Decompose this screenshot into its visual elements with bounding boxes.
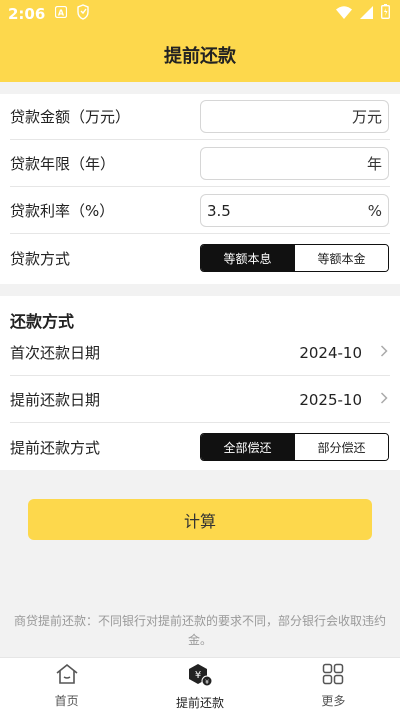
first-date-value: 2024-10 <box>299 343 362 362</box>
chevron-right-icon <box>380 344 388 361</box>
svg-text:¥: ¥ <box>205 679 209 686</box>
tab-prepay-label: 提前还款 <box>175 696 224 710</box>
rate-input[interactable]: 3.5 % <box>200 194 389 227</box>
status-bar: 2:06 A <box>0 0 400 27</box>
battery-icon <box>381 4 390 23</box>
prepay-method-row: 提前还款方式 全部偿还 部分偿还 <box>10 424 390 470</box>
wifi-icon <box>336 5 352 23</box>
page-title: 提前还款 <box>164 46 236 67</box>
prepay-date-row[interactable]: 提前还款日期 2025-10 <box>10 377 390 423</box>
tab-home-label: 首页 <box>54 694 79 708</box>
years-unit: 年 <box>366 155 382 173</box>
signal-icon <box>360 5 373 23</box>
yuan-hexagon-icon: ¥ ¥ <box>187 663 213 691</box>
app-header: 2:06 A 提前还款 <box>0 0 400 82</box>
amount-label: 贷款金额（万元） <box>10 108 131 126</box>
option-equal-installment[interactable]: 等额本息 <box>201 245 294 271</box>
rate-row: 贷款利率（%） 3.5 % <box>10 188 390 234</box>
tab-home[interactable]: 首页 <box>0 658 133 711</box>
option-full-repay[interactable]: 全部偿还 <box>201 434 294 460</box>
amount-input[interactable]: 万元 <box>200 100 389 133</box>
option-partial-repay[interactable]: 部分偿还 <box>294 434 388 460</box>
prepay-date-value: 2025-10 <box>299 390 362 409</box>
tab-prepay[interactable]: ¥ ¥ 提前还款 <box>133 658 266 711</box>
notification-app-icon <box>75 3 91 24</box>
calculate-button[interactable]: 计算 <box>28 499 372 540</box>
prepay-note: 商贷提前还款：不同银行对提前还款的要求不同，部分银行会收取违约金。 <box>13 614 386 647</box>
prepay-method-toggle: 全部偿还 部分偿还 <box>200 433 389 461</box>
rate-unit: % <box>367 201 382 220</box>
svg-text:A: A <box>58 8 65 17</box>
amount-unit: 万元 <box>351 108 382 126</box>
loan-method-toggle: 等额本息 等额本金 <box>200 244 389 272</box>
first-date-label: 首次还款日期 <box>10 344 101 362</box>
years-input[interactable]: 年 <box>200 147 389 180</box>
home-icon <box>55 663 79 689</box>
rate-label: 贷款利率（%） <box>10 202 115 220</box>
prepay-method-label: 提前还款方式 <box>10 438 101 457</box>
option-equal-principal[interactable]: 等额本金 <box>294 245 388 271</box>
repay-section-title: 还款方式 <box>10 312 75 331</box>
first-date-row[interactable]: 首次还款日期 2024-10 <box>10 330 390 376</box>
notification-a-icon: A <box>55 5 68 22</box>
repay-card: 还款方式 首次还款日期 2024-10 提前还款日期 2025-10 提前还款方… <box>0 296 400 470</box>
years-row: 贷款年限（年） 年 <box>10 141 390 187</box>
method-row: 贷款方式 等额本息 等额本金 <box>10 235 390 281</box>
bottom-tabbar: 首页 ¥ ¥ 提前还款 更多 <box>0 657 400 711</box>
loan-form-card: 贷款金额（万元） 万元 贷款年限（年） 年 贷款利率（%） 3.5 % 贷款方式… <box>0 94 400 284</box>
years-label: 贷款年限（年） <box>10 155 116 173</box>
chevron-right-icon <box>380 391 388 408</box>
svg-text:¥: ¥ <box>195 670 201 681</box>
method-label: 贷款方式 <box>10 249 71 268</box>
prepay-date-label: 提前还款日期 <box>10 391 101 409</box>
rate-value: 3.5 <box>207 201 231 220</box>
amount-row: 贷款金额（万元） 万元 <box>10 94 390 140</box>
status-time: 2:06 <box>8 4 46 23</box>
tab-more-label: 更多 <box>321 694 346 708</box>
grid-icon <box>322 663 344 689</box>
tab-more[interactable]: 更多 <box>267 658 400 711</box>
